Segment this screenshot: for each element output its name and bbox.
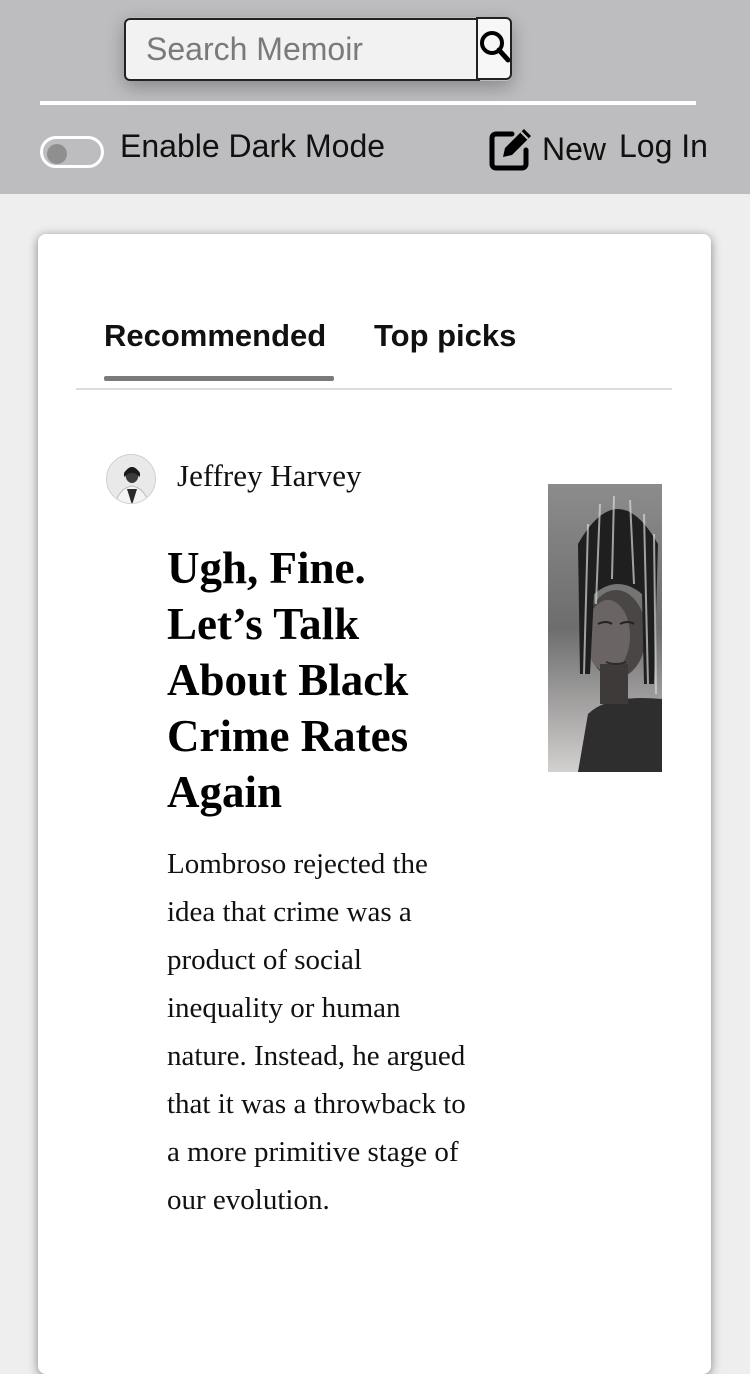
new-post-label: New: [542, 130, 607, 167]
thumbnail-image: [548, 484, 662, 772]
tab-top-picks[interactable]: Top picks: [374, 318, 516, 354]
login-link[interactable]: Log In: [619, 128, 708, 165]
author-avatar[interactable]: [106, 454, 156, 504]
article-thumbnail[interactable]: [548, 484, 662, 772]
tabs-divider: [76, 388, 672, 390]
new-post-button[interactable]: New: [488, 124, 606, 174]
article-title[interactable]: Ugh, Fine. Let’s Talk About Black Crime …: [167, 540, 467, 820]
dark-mode-label: Enable Dark Mode: [120, 128, 386, 164]
search-input[interactable]: [124, 18, 480, 81]
tab-recommended[interactable]: Recommended: [104, 318, 326, 354]
top-bar: Enable Dark Mode New Log In: [0, 0, 750, 194]
search-button[interactable]: [476, 17, 512, 80]
edit-icon: [489, 129, 531, 171]
author-name[interactable]: Jeffrey Harvey: [177, 458, 361, 494]
search-bar: [124, 17, 512, 81]
avatar-image: [107, 455, 155, 503]
active-tab-indicator: [104, 376, 334, 381]
dark-mode-toggle[interactable]: [40, 136, 104, 168]
feed-card: Recommended Top picks Jeffrey Harvey Ugh…: [38, 234, 711, 1374]
toggle-knob: [47, 144, 67, 164]
search-icon: [480, 31, 510, 63]
article-excerpt: Lombroso rejected the idea that crime wa…: [167, 848, 466, 1216]
header-divider: [40, 101, 696, 105]
